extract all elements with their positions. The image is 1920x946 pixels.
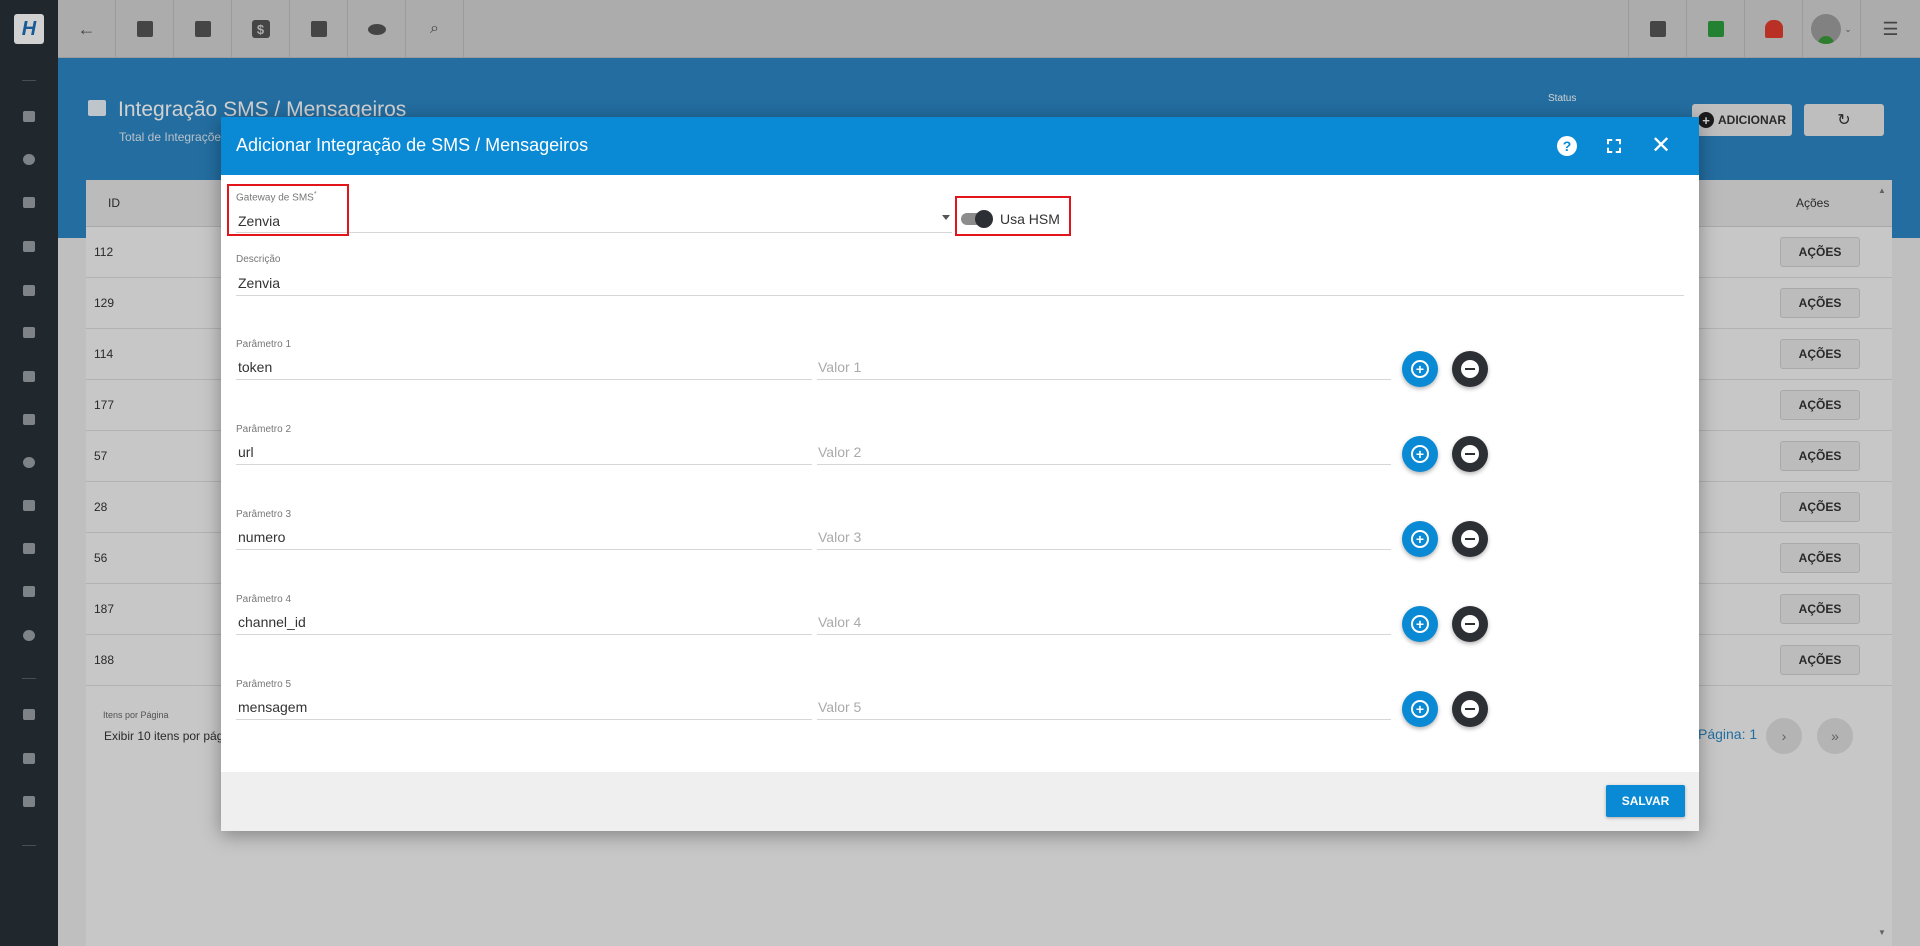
parameter-underline — [236, 634, 812, 635]
remove-parameter-button[interactable] — [1452, 691, 1488, 727]
parameter-underline — [236, 464, 812, 465]
parameter-input[interactable]: url — [238, 444, 254, 460]
fullscreen-icon — [1607, 139, 1621, 153]
parameter-label: Parâmetro 1 — [236, 339, 292, 350]
add-parameter-button[interactable]: + — [1402, 436, 1438, 472]
value-underline — [817, 634, 1391, 635]
parameter-input[interactable]: token — [238, 359, 272, 375]
plus-icon: + — [1411, 445, 1429, 463]
add-integration-dialog: Adicionar Integração de SMS / Mensageiro… — [221, 117, 1699, 831]
add-parameter-button[interactable]: + — [1402, 521, 1438, 557]
value-underline — [817, 549, 1391, 550]
close-icon: ✕ — [1650, 132, 1672, 159]
remove-parameter-button[interactable] — [1452, 436, 1488, 472]
value-underline — [817, 719, 1391, 720]
parameter-input[interactable]: channel_id — [238, 614, 306, 630]
parameter-input[interactable]: mensagem — [238, 699, 307, 715]
remove-parameter-button[interactable] — [1452, 351, 1488, 387]
descricao-underline — [236, 295, 1684, 296]
value-input[interactable]: Valor 1 — [818, 359, 861, 375]
minus-icon — [1461, 445, 1479, 463]
highlight-box-gateway — [227, 184, 349, 236]
remove-parameter-button[interactable] — [1452, 521, 1488, 557]
parameter-label: Parâmetro 5 — [236, 679, 292, 690]
plus-icon: + — [1411, 530, 1429, 548]
dropdown-arrow-icon[interactable] — [942, 215, 950, 220]
plus-icon: + — [1411, 615, 1429, 633]
add-parameter-button[interactable]: + — [1402, 606, 1438, 642]
minus-icon — [1461, 360, 1479, 378]
parameter-underline — [236, 379, 812, 380]
parameter-label: Parâmetro 3 — [236, 509, 292, 520]
value-underline — [817, 464, 1391, 465]
save-button[interactable]: SALVAR — [1606, 785, 1685, 817]
parameter-label: Parâmetro 2 — [236, 424, 292, 435]
plus-icon: + — [1411, 360, 1429, 378]
value-input[interactable]: Valor 2 — [818, 444, 861, 460]
parameter-input[interactable]: numero — [238, 529, 285, 545]
fullscreen-button[interactable] — [1602, 134, 1626, 158]
dialog-footer — [221, 772, 1699, 831]
add-parameter-button[interactable]: + — [1402, 351, 1438, 387]
remove-parameter-button[interactable] — [1452, 606, 1488, 642]
value-input[interactable]: Valor 5 — [818, 699, 861, 715]
value-input[interactable]: Valor 3 — [818, 529, 861, 545]
value-underline — [817, 379, 1391, 380]
plus-icon: + — [1411, 700, 1429, 718]
minus-icon — [1461, 530, 1479, 548]
help-button[interactable]: ? — [1555, 134, 1579, 158]
parameter-label: Parâmetro 4 — [236, 594, 292, 605]
help-icon: ? — [1557, 136, 1577, 156]
minus-icon — [1461, 615, 1479, 633]
descricao-input[interactable]: Zenvia — [238, 275, 280, 291]
parameter-underline — [236, 549, 812, 550]
value-input[interactable]: Valor 4 — [818, 614, 861, 630]
minus-icon — [1461, 700, 1479, 718]
dialog-header: Adicionar Integração de SMS / Mensageiro… — [221, 117, 1699, 175]
descricao-label: Descrição — [236, 254, 281, 265]
dialog-title: Adicionar Integração de SMS / Mensageiro… — [236, 135, 589, 155]
highlight-box-toggle — [955, 196, 1071, 236]
parameter-underline — [236, 719, 812, 720]
close-button[interactable]: ✕ — [1649, 134, 1673, 158]
add-parameter-button[interactable]: + — [1402, 691, 1438, 727]
